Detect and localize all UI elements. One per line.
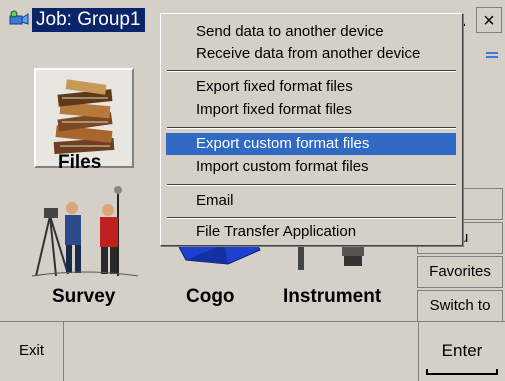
menu-item-import-fixed[interactable]: Import fixed format files — [166, 99, 456, 121]
favorites-button[interactable]: Favorites — [417, 256, 503, 288]
app-window: Job: Group1 . × Files Survey Cogo Instru… — [0, 0, 505, 381]
switch-to-button[interactable]: Switch to — [417, 290, 503, 322]
menu-separator — [167, 70, 456, 72]
menu-separator — [167, 184, 456, 186]
files-label: Files — [58, 152, 102, 173]
survey-icon — [31, 186, 139, 277]
window-title: Job: Group1 — [32, 8, 145, 32]
enter-underline — [426, 369, 498, 375]
menu-item-send-data[interactable]: Send data to another device — [166, 21, 456, 43]
menu-item-email[interactable]: Email — [166, 190, 456, 212]
close-button[interactable]: × — [476, 7, 502, 33]
survey-label: Survey — [52, 286, 116, 307]
exit-button[interactable]: Exit — [0, 322, 64, 381]
file-menu-popup: Send data to another device Receive data… — [160, 13, 463, 246]
instrument-label: Instrument — [283, 286, 382, 307]
cogo-label: Cogo — [186, 286, 235, 307]
menu-item-export-custom[interactable]: Export custom format files — [166, 133, 456, 155]
app-icon — [9, 10, 29, 25]
menu-item-file-transfer[interactable]: File Transfer Application — [166, 221, 456, 243]
accent-dash-icon — [486, 52, 498, 58]
menu-item-import-custom[interactable]: Import custom format files — [166, 156, 456, 178]
menu-item-export-fixed[interactable]: Export fixed format files — [166, 76, 456, 98]
menu-separator — [167, 217, 456, 219]
menu-separator — [167, 127, 456, 129]
menu-item-receive-data[interactable]: Receive data from another device — [166, 43, 456, 65]
